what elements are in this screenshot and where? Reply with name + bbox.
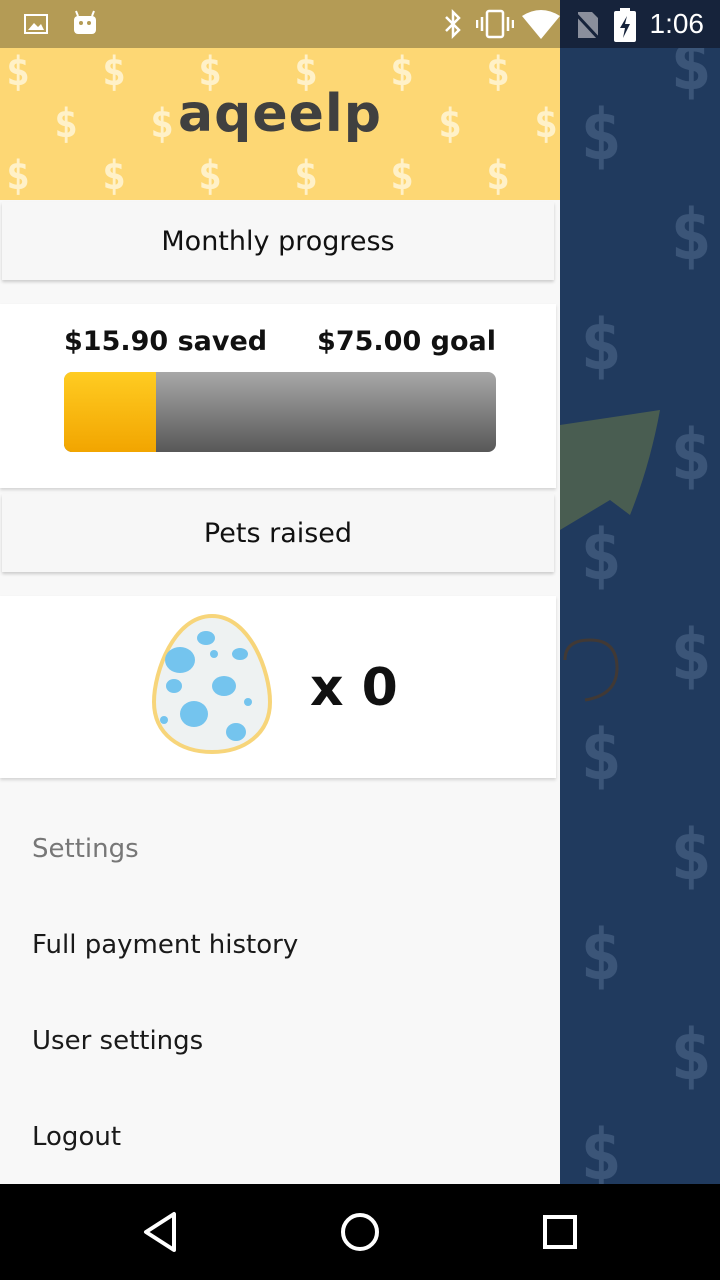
dollar-pattern-icon: $ [198,153,223,199]
dollar-pattern-icon: $ [102,153,127,199]
app-logo: aqeelp [178,84,382,144]
status-bar-right: 1:06 [560,0,720,48]
status-bar-left [0,0,560,48]
bluetooth-icon [445,8,461,40]
dollar-pattern-icon: $ [670,814,713,896]
navigation-drawer: $ $ $ $ $ $ $ $ $ $ $ $ $ $ $ $ aqeelp M… [0,48,560,1184]
android-icon [74,10,96,34]
menu-item-logout[interactable]: Logout [32,1122,121,1152]
dollar-pattern-icon: $ [670,1014,713,1096]
wifi-icon [522,10,560,39]
pets-raised-header: Pets raised [2,494,554,572]
savings-progress-fill [64,372,156,452]
back-icon[interactable] [140,1206,180,1258]
status-time: 1:06 [649,8,705,39]
menu-item-full-payment-history[interactable]: Full payment history [32,930,298,960]
dollar-pattern-icon: $ [670,614,713,696]
egg-icon [151,613,273,755]
dollar-pattern-icon: $ [390,153,415,199]
battery-charging-icon [614,8,636,42]
monthly-progress-title: Monthly progress [161,225,395,257]
dollar-pattern-icon: $ [670,194,713,276]
dollar-pattern-icon: $ [580,714,623,796]
dollar-pattern-icon: $ [580,914,623,996]
system-nav-bar [0,1184,720,1280]
home-icon[interactable] [338,1206,382,1258]
status-bar: 1:06 [0,0,720,48]
pet-count: x 0 [310,658,398,718]
dollar-pattern-icon: $ [486,153,511,199]
dollar-pattern-icon: $ [580,94,623,176]
no-sim-icon [572,10,600,40]
monthly-progress-header: Monthly progress [2,202,554,280]
dollar-pattern-icon: $ [6,153,31,199]
recents-icon[interactable] [540,1206,580,1258]
savings-progress-bar [64,372,496,452]
settings-section-label: Settings [32,834,139,864]
dollar-pattern-icon: $ [670,414,713,496]
swirl-icon [563,638,619,702]
drawer-header: $ $ $ $ $ $ $ $ $ $ $ $ $ $ $ $ aqeelp [0,48,560,200]
menu-item-user-settings[interactable]: User settings [32,1026,203,1056]
goal-amount: $75.00 goal [317,326,496,357]
dollar-pattern-icon: $ [580,1114,623,1184]
dollar-pattern-icon: $ [580,304,623,386]
vibrate-icon [476,9,514,39]
dollar-pattern-icon: $ [294,153,319,199]
pets-raised-title: Pets raised [203,517,353,549]
image-icon [24,14,48,34]
monthly-progress-card: $15.90 saved $75.00 goal [0,304,556,488]
pets-raised-card: x 0 [0,596,556,778]
saved-amount: $15.90 saved [64,326,268,357]
